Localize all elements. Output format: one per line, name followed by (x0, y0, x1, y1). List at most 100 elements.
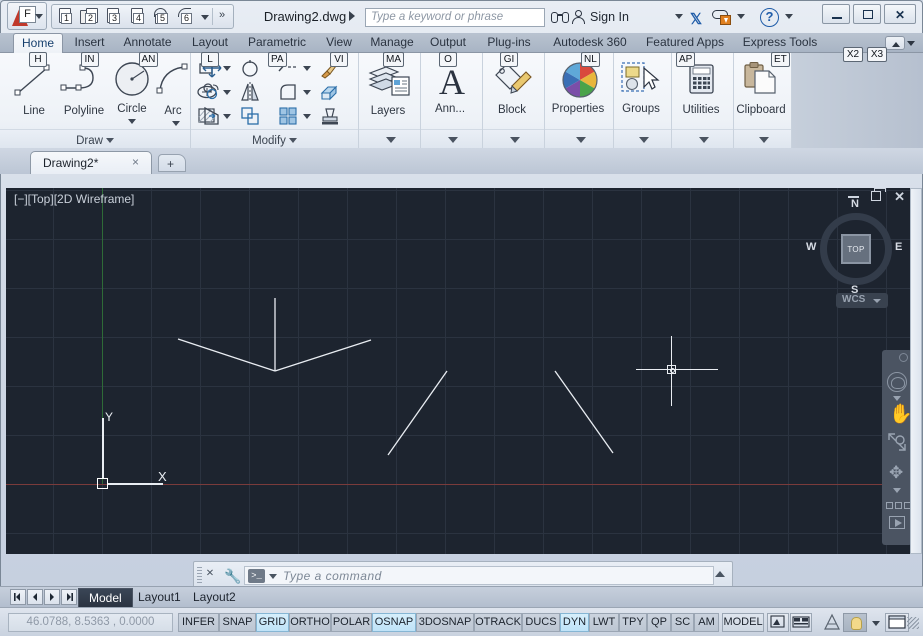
tool-properties[interactable]: Properties (554, 61, 606, 102)
status-toggle-qp[interactable]: QP (647, 613, 671, 632)
ribbon-tab-home[interactable]: Home (13, 33, 63, 53)
tool-fillet[interactable] (277, 81, 299, 103)
ribbon-tab-parametric[interactable]: Parametric (238, 33, 316, 53)
tool-rotate[interactable] (239, 57, 261, 79)
clean-screen-icon[interactable] (885, 613, 909, 632)
layout-last-button[interactable] (61, 589, 77, 605)
panel-modify-caret-icon[interactable] (289, 138, 297, 143)
exchange-apps-icon[interactable]: 𝕏 (690, 10, 702, 29)
status-toggle-3dosnap[interactable]: 3DOSNAP (416, 613, 474, 632)
annotation-scale-icon[interactable] (822, 613, 844, 632)
status-toggle-am[interactable]: AM (694, 613, 719, 632)
undo-dropdown-icon[interactable] (198, 7, 210, 27)
tool-set-to-bylayer[interactable] (319, 105, 341, 127)
command-line-settings-icon[interactable]: 🔧 (224, 568, 239, 583)
drawing-canvas[interactable]: Y X [−][Top][2D Wireframe] ✕ TOP N S E W… (6, 188, 917, 554)
tool-text[interactable]: A Ann... (426, 61, 478, 102)
panel-modify-title[interactable]: Modify (191, 135, 358, 147)
file-tab-close-icon[interactable]: × (132, 155, 139, 169)
quick-access-overflow-icon[interactable] (215, 7, 231, 27)
view-cube-east-label[interactable]: E (895, 241, 902, 253)
undo-icon[interactable]: 6 (175, 6, 197, 27)
layout-prev-button[interactable] (27, 589, 43, 605)
quick-view-layouts-icon[interactable] (767, 613, 789, 632)
view-cube[interactable]: TOP N S E W (820, 213, 892, 285)
ribbon-minimize-icon[interactable] (885, 36, 915, 51)
panel-utilities-expand-icon[interactable] (699, 137, 709, 143)
tool-polyline[interactable]: Polyline (58, 61, 110, 102)
coordinate-display[interactable]: 46.0788, 8.5363 , 0.0000 (8, 613, 173, 632)
sign-in-button[interactable]: Sign In (590, 10, 629, 24)
save-drawing-icon[interactable]: 3 (103, 6, 125, 27)
tool-stretch[interactable] (201, 105, 223, 127)
panel-draw-title[interactable]: Draw (0, 135, 190, 147)
ribbon-tab-featured-apps[interactable]: Featured Apps (637, 33, 733, 53)
navbar-close-icon[interactable] (899, 353, 908, 362)
view-cube-west-label[interactable]: W (806, 241, 816, 253)
status-toggle-lwt[interactable]: LWT (589, 613, 619, 632)
tool-fillet-dropdown-icon[interactable] (303, 90, 311, 95)
steering-wheel-dropdown-icon[interactable] (893, 396, 901, 401)
document-title-caret-icon[interactable] (349, 11, 355, 21)
panel-draw-caret-icon[interactable] (106, 138, 114, 143)
tool-trim-dropdown-icon[interactable] (303, 66, 311, 71)
command-prompt-caret-icon[interactable] (269, 574, 277, 579)
layout-first-button[interactable] (10, 589, 26, 605)
ribbon-tab-plug-ins[interactable]: Plug-ins (480, 33, 538, 53)
status-toggle-osnap[interactable]: OSNAP (372, 613, 416, 632)
ribbon-tab-express-tools[interactable]: Express Tools (735, 33, 825, 53)
status-toggle-sc[interactable]: SC (671, 613, 694, 632)
close-button[interactable]: ✕ (884, 4, 916, 24)
viewport-controls-label[interactable]: [−][Top][2D Wireframe] (14, 192, 134, 206)
coordinate-system-dropdown[interactable]: WCS (836, 293, 888, 308)
tool-arc-dropdown-icon[interactable] (172, 121, 180, 126)
application-menu-button[interactable]: F (7, 2, 47, 30)
ribbon-tab-view[interactable]: View (319, 33, 359, 53)
tool-scale[interactable] (239, 105, 261, 127)
viewport-close-icon[interactable]: ✕ (894, 189, 905, 205)
ribbon-tab-insert[interactable]: Insert (67, 33, 112, 53)
showmotion-play-icon[interactable] (889, 516, 905, 529)
save-as-icon[interactable]: 4 (127, 6, 149, 27)
status-space-toggle[interactable]: MODEL (722, 613, 764, 632)
status-toggle-infer[interactable]: INFER (178, 613, 219, 632)
status-overflow-caret-icon[interactable] (872, 621, 880, 626)
tool-layer-properties[interactable]: Layers (364, 63, 416, 102)
status-toggle-snap[interactable]: SNAP (219, 613, 256, 632)
tool-copy[interactable] (201, 81, 223, 103)
tool-group[interactable]: Groups (617, 61, 669, 100)
plot-icon[interactable]: 5 (151, 6, 173, 27)
layout-next-button[interactable] (44, 589, 60, 605)
command-input[interactable]: >_ Type a command (244, 566, 714, 585)
ribbon-tab-output[interactable]: Output (424, 33, 472, 53)
status-toggle-grid[interactable]: GRID (256, 613, 289, 632)
showmotion-boxes-icon[interactable] (886, 502, 911, 509)
steering-wheel-icon[interactable] (887, 372, 907, 392)
panel-groups-expand-icon[interactable] (639, 137, 649, 143)
ribbon-tab-manage[interactable]: Manage (364, 33, 420, 53)
status-toggle-ortho[interactable]: ORTHO (289, 613, 331, 632)
sign-in-caret-icon[interactable] (675, 14, 683, 19)
panel-clipboard-expand-icon[interactable] (759, 137, 769, 143)
maximize-button[interactable] (853, 4, 881, 24)
status-toggle-ducs[interactable]: DUCS (522, 613, 560, 632)
panel-block-expand-icon[interactable] (510, 137, 520, 143)
tool-line[interactable]: Line (8, 61, 60, 102)
ribbon-tab-annotate[interactable]: Annotate (115, 33, 180, 53)
ribbon-tab-autodesk-360[interactable]: Autodesk 360 (545, 33, 635, 53)
quick-view-drawings-icon[interactable] (790, 613, 812, 632)
tool-insert-block[interactable]: Block (488, 62, 540, 101)
open-drawing-icon[interactable]: 2 (79, 6, 101, 27)
layout-tab-model[interactable]: Model (78, 588, 133, 608)
tool-measure[interactable]: Utilities (677, 62, 729, 101)
command-line-close-icon[interactable]: × (206, 566, 214, 582)
ribbon-tab-layout[interactable]: Layout (185, 33, 235, 53)
layout-tab-layout2[interactable]: Layout2 (183, 588, 246, 608)
tool-paste[interactable]: Clipboard (737, 62, 789, 101)
orbit-dropdown-icon[interactable] (893, 488, 901, 493)
status-toggle-dyn[interactable]: DYN (560, 613, 589, 632)
command-history-expand-icon[interactable] (715, 571, 725, 577)
annotation-visibility-icon[interactable] (843, 613, 867, 632)
tool-circle-dropdown-icon[interactable] (128, 119, 136, 124)
search-input[interactable]: Type a keyword or phrase (365, 8, 545, 27)
